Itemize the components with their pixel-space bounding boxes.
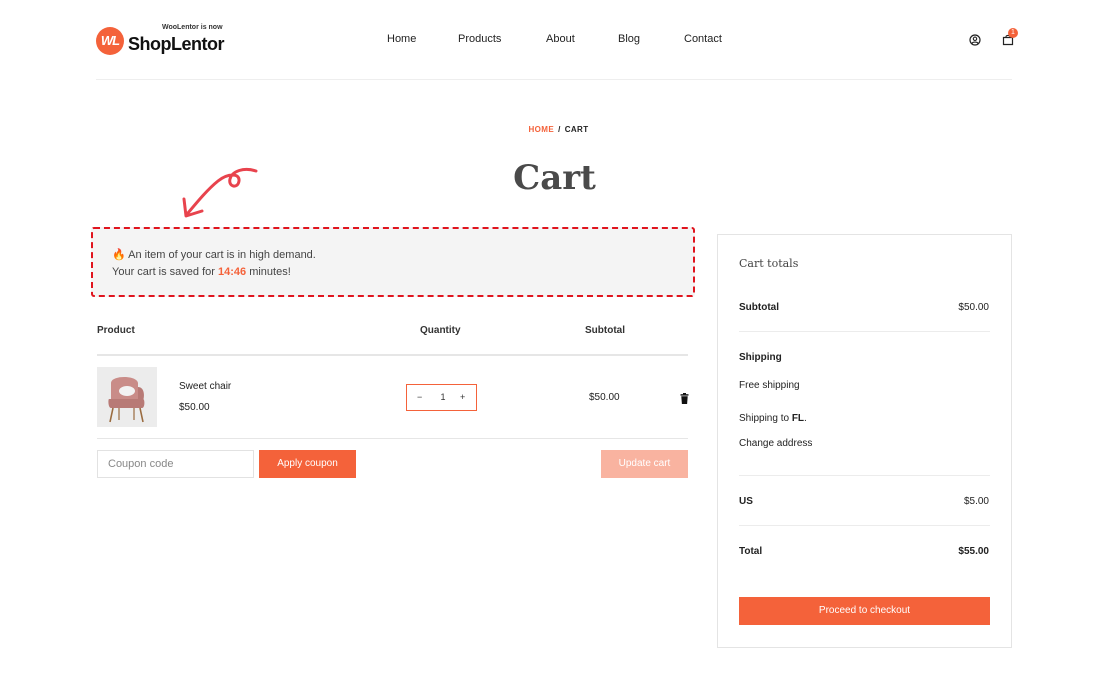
main-nav: Home Products About Blog Contact [0, 33, 1117, 49]
subtotal-label: Subtotal [739, 302, 779, 313]
shipping-method: Free shipping [739, 380, 800, 391]
change-address-link[interactable]: Change address [739, 438, 812, 449]
shipping-label: Shipping [739, 352, 782, 363]
subtotal-value: $50.00 [958, 302, 989, 313]
quantity-stepper: − 1 + [406, 384, 477, 411]
column-header-product: Product [97, 325, 135, 336]
column-header-subtotal: Subtotal [585, 325, 625, 336]
nav-item-products[interactable]: Products [458, 33, 501, 45]
row-subtotal: $50.00 [589, 392, 620, 403]
cart-icon[interactable]: 1 [1002, 28, 1018, 51]
notice-saved-prefix: Your cart is saved for [112, 266, 215, 278]
nav-item-home[interactable]: Home [387, 33, 416, 45]
breadcrumb-separator: / [558, 125, 561, 134]
logo-tagline: WooLentor is now [162, 24, 223, 31]
product-thumbnail[interactable] [97, 367, 157, 427]
proceed-to-checkout-button[interactable]: Proceed to checkout [739, 597, 990, 625]
totals-divider [739, 475, 990, 476]
table-header-divider [97, 354, 688, 356]
nav-item-about[interactable]: About [546, 33, 575, 45]
quantity-value[interactable]: 1 [438, 392, 448, 402]
row-divider [97, 438, 688, 439]
update-cart-button[interactable]: Update cart [601, 450, 688, 478]
total-value: $55.00 [958, 546, 989, 557]
total-label: Total [739, 546, 763, 557]
shipping-to-suffix: . [804, 413, 807, 424]
column-header-quantity: Quantity [420, 325, 461, 336]
apply-coupon-button[interactable]: Apply coupon [259, 450, 356, 478]
breadcrumb-home-link[interactable]: HOME [528, 125, 554, 134]
shipping-to-prefix: Shipping to [739, 413, 790, 424]
cart-totals-panel: Cart totals Subtotal $50.00 Shipping Fre… [717, 234, 1012, 648]
high-demand-notice: 🔥 An item of your cart is in high demand… [91, 227, 695, 297]
cart-count-badge: 1 [1008, 28, 1018, 38]
nav-item-contact[interactable]: Contact [684, 33, 722, 45]
country-fee-label: US [739, 496, 753, 507]
cart-totals-title: Cart totals [739, 257, 799, 270]
coupon-code-input[interactable] [97, 450, 254, 478]
notice-saved-suffix: minutes! [249, 266, 291, 278]
quantity-increase-button[interactable]: + [460, 392, 465, 402]
shipping-region: FL [791, 413, 805, 424]
chair-image [97, 367, 157, 427]
curved-arrow-icon [182, 167, 258, 218]
product-price: $50.00 [179, 402, 210, 413]
quantity-decrease-button[interactable]: − [417, 392, 422, 402]
totals-divider [739, 525, 990, 526]
remove-item-trash-icon[interactable] [680, 391, 689, 409]
notice-demand-text: An item of your cart is in high demand. [128, 249, 316, 261]
fire-icon: 🔥 [112, 249, 126, 261]
account-icon[interactable] [969, 33, 981, 51]
countdown-timer: 14:46 [217, 266, 247, 278]
header-divider [96, 79, 1012, 80]
nav-item-blog[interactable]: Blog [618, 33, 640, 45]
product-name-link[interactable]: Sweet chair [179, 381, 231, 392]
breadcrumb-current: CART [564, 125, 589, 134]
page-title: Cart [513, 158, 596, 198]
shipping-destination: Shipping to FL. [739, 413, 807, 424]
breadcrumb: HOME / CART [0, 125, 1117, 134]
totals-divider [739, 331, 990, 332]
country-fee-value: $5.00 [963, 496, 989, 507]
